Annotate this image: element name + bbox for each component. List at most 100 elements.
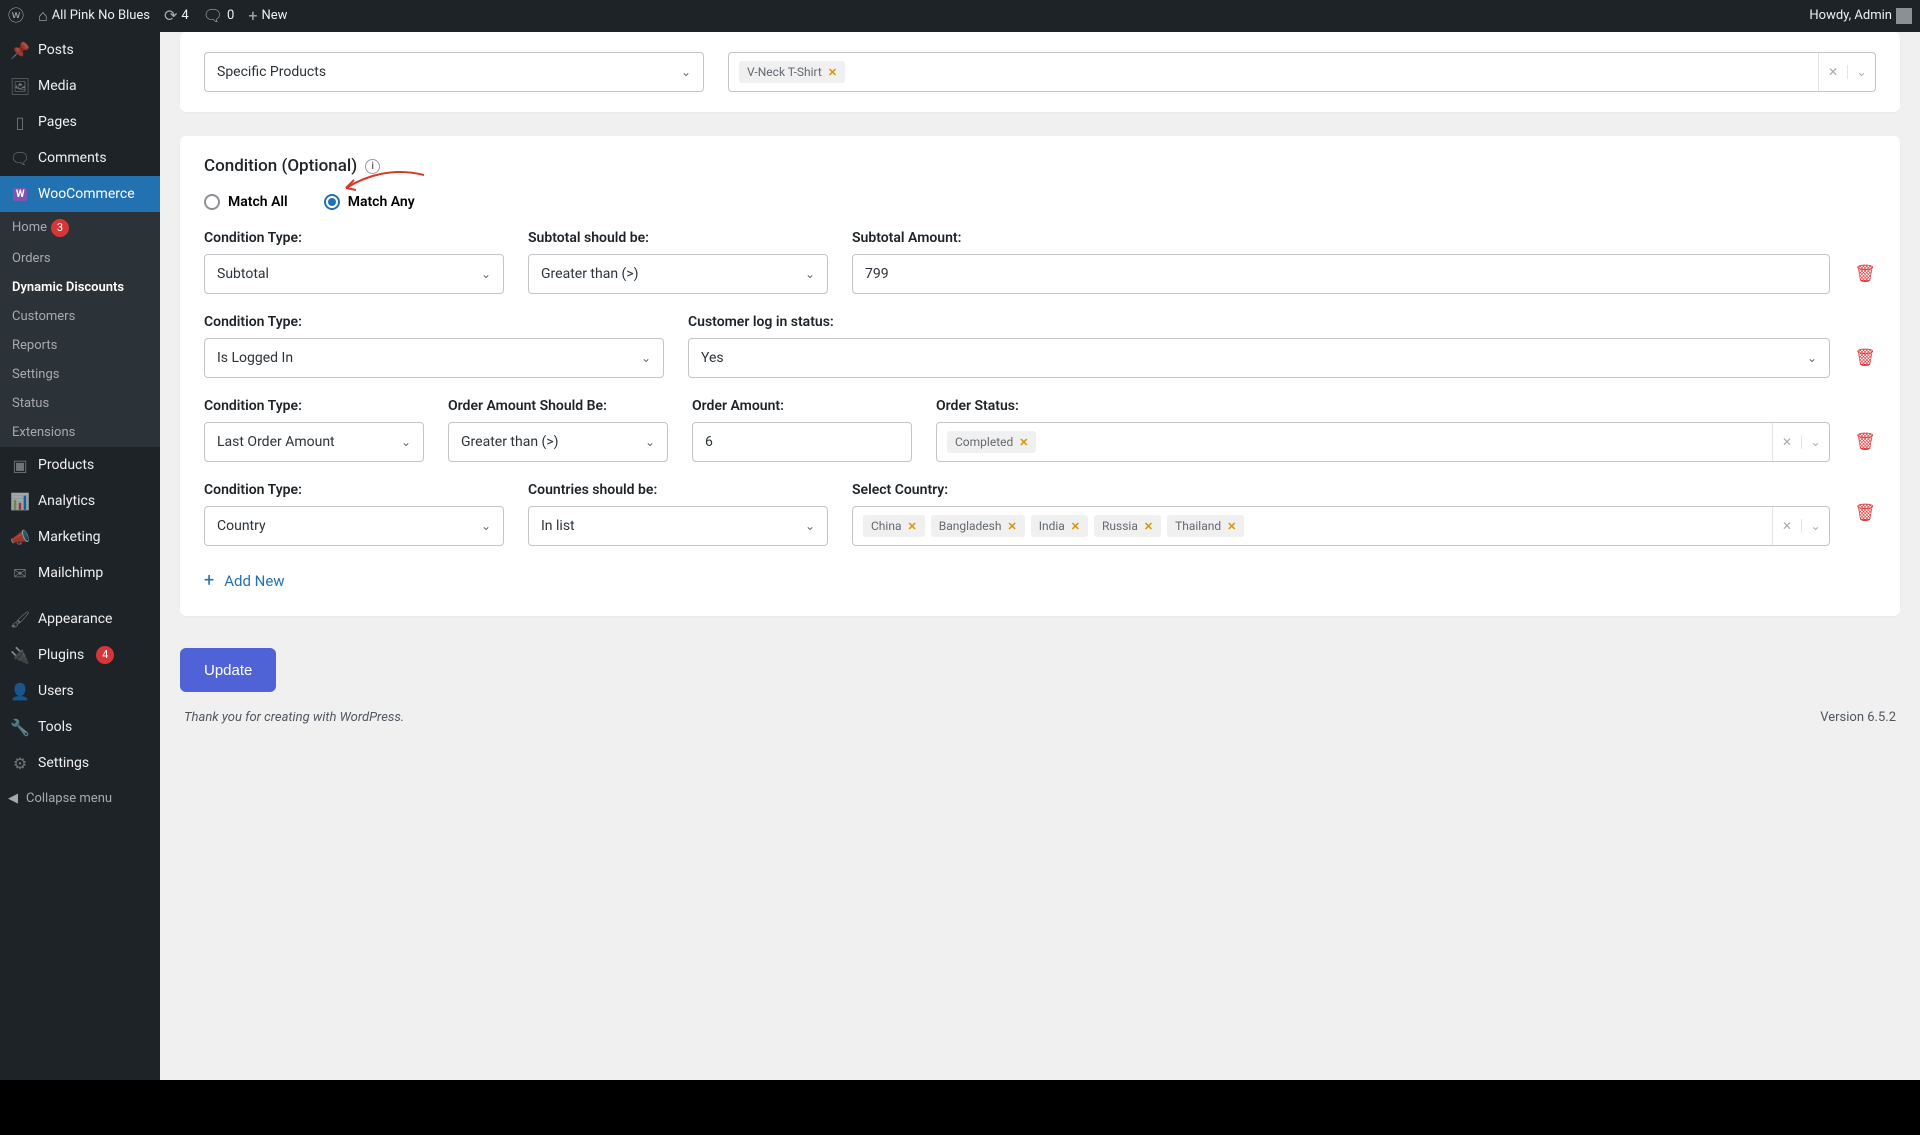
comments-link[interactable]: 🗨0	[203, 0, 235, 32]
submenu-reports[interactable]: Reports	[0, 331, 160, 360]
subtotal-operator-select[interactable]: Greater than (>)⌄	[528, 254, 828, 294]
sidebar-item-settings[interactable]: ⚙Settings	[0, 745, 160, 781]
clear-all-icon[interactable]: ✕	[1773, 435, 1801, 449]
radio-match-any[interactable]: Match Any	[324, 194, 415, 210]
select-value: Country	[217, 518, 266, 534]
remove-tag-icon[interactable]: ✕	[828, 66, 837, 79]
remove-tag-icon[interactable]: ✕	[1007, 520, 1016, 533]
select-value: Greater than (>)	[541, 266, 639, 282]
remove-tag-icon[interactable]: ✕	[1071, 520, 1080, 533]
submenu-extensions[interactable]: Extensions	[0, 418, 160, 447]
condition-row: Condition Type: Country⌄ Countries shoul…	[204, 482, 1876, 546]
wrench-icon: 🔧	[10, 717, 30, 737]
sidebar-item-woocommerce[interactable]: WWooCommerce	[0, 176, 160, 212]
radio-match-all[interactable]: Match All	[204, 194, 288, 210]
country-operator-select[interactable]: In list⌄	[528, 506, 828, 546]
site-name: All Pink No Blues	[52, 0, 150, 32]
tag-label: Russia	[1102, 519, 1138, 533]
sidebar-item-label: Home	[12, 220, 47, 235]
login-status-select[interactable]: Yes⌄	[688, 338, 1830, 378]
country-tag: Thailand✕	[1167, 515, 1244, 537]
chevron-down-icon: ⌄	[401, 435, 411, 449]
order-status-tag-select[interactable]: Completed✕ ✕ ⌄	[936, 422, 1830, 462]
sidebar-item-label: Plugins	[38, 647, 84, 663]
country-tag-select[interactable]: China✕ Bangladesh✕ India✕ Russia✕ Thaila…	[852, 506, 1830, 546]
sidebar-item-appearance[interactable]: 🖌Appearance	[0, 601, 160, 637]
select-value: Is Logged In	[217, 350, 293, 366]
collapse-menu[interactable]: ◀Collapse menu	[0, 781, 160, 816]
sidebar-item-media[interactable]: 🖼Media	[0, 68, 160, 104]
condition-type-select[interactable]: Subtotal⌄	[204, 254, 504, 294]
sidebar-item-tools[interactable]: 🔧Tools	[0, 709, 160, 745]
chevron-down-icon: ⌄	[805, 519, 815, 533]
sidebar-item-posts[interactable]: 📌Posts	[0, 32, 160, 68]
remove-tag-icon[interactable]: ✕	[1019, 436, 1028, 449]
select-value: Greater than (>)	[461, 434, 559, 450]
submenu-settings[interactable]: Settings	[0, 360, 160, 389]
site-name-link[interactable]: ⌂All Pink No Blues	[38, 0, 150, 32]
sidebar-item-users[interactable]: 👤Users	[0, 673, 160, 709]
clear-all-icon[interactable]: ✕	[1773, 519, 1801, 533]
submenu-dynamic-discounts[interactable]: Dynamic Discounts	[0, 273, 160, 302]
sidebar-item-label: Appearance	[38, 611, 112, 627]
comment-icon: 🗨	[203, 0, 223, 32]
order-amount-operator-select[interactable]: Greater than (>) ⌄	[448, 422, 668, 462]
updates-icon: ⟳	[164, 0, 177, 32]
chevron-down-icon: ⌄	[645, 435, 655, 449]
tag-label: V-Neck T-Shirt	[747, 65, 822, 79]
new-content-link[interactable]: +New	[248, 0, 287, 32]
sidebar-item-pages[interactable]: ▯Pages	[0, 104, 160, 140]
comments-count: 0	[227, 0, 234, 32]
chevron-down-icon[interactable]: ⌄	[1801, 519, 1829, 533]
delete-condition-icon[interactable]: 🗑	[1854, 263, 1876, 285]
product-tag-select[interactable]: V-Neck T-Shirt ✕ ✕ ⌄	[728, 52, 1876, 92]
submenu-status[interactable]: Status	[0, 389, 160, 418]
chevron-down-icon[interactable]: ⌄	[1801, 435, 1829, 449]
megaphone-icon: 📣	[10, 527, 30, 547]
submenu-home[interactable]: Home3	[0, 212, 160, 244]
sidebar-item-plugins[interactable]: 🔌Plugins4	[0, 637, 160, 673]
chevron-down-icon[interactable]: ⌄	[1847, 65, 1875, 79]
product-scope-select[interactable]: Specific Products ⌄	[204, 52, 704, 92]
plus-icon: +	[248, 0, 257, 32]
admin-bar: ⓦ ⌂All Pink No Blues ⟳4 🗨0 +New Howdy, A…	[0, 0, 1920, 32]
updates-link[interactable]: ⟳4	[164, 0, 189, 32]
sidebar-item-analytics[interactable]: 📊Analytics	[0, 483, 160, 519]
submenu-customers[interactable]: Customers	[0, 302, 160, 331]
condition-type-select[interactable]: Is Logged In⌄	[204, 338, 664, 378]
delete-condition-icon[interactable]: 🗑	[1854, 502, 1876, 524]
clear-all-icon[interactable]: ✕	[1819, 65, 1847, 79]
remove-tag-icon[interactable]: ✕	[1144, 520, 1153, 533]
submenu-orders[interactable]: Orders	[0, 244, 160, 273]
field-label: Subtotal should be:	[528, 230, 828, 246]
select-value: Last Order Amount	[217, 434, 335, 450]
sidebar-item-products[interactable]: ▣Products	[0, 447, 160, 483]
remove-tag-icon[interactable]: ✕	[1227, 520, 1236, 533]
subtotal-amount-input[interactable]: 799	[852, 254, 1830, 294]
woo-icon: W	[10, 184, 30, 204]
updates-count: 4	[181, 0, 188, 32]
sidebar-item-marketing[interactable]: 📣Marketing	[0, 519, 160, 555]
collapse-icon: ◀	[8, 791, 18, 806]
wp-logo[interactable]: ⓦ	[8, 0, 24, 32]
condition-type-select[interactable]: Last Order Amount ⌄	[204, 422, 424, 462]
account-link[interactable]: Howdy, Admin	[1809, 0, 1912, 32]
condition-row: Condition Type: Subtotal⌄ Subtotal shoul…	[204, 230, 1876, 294]
delete-condition-icon[interactable]: 🗑	[1854, 347, 1876, 369]
order-amount-input[interactable]: 6	[692, 422, 912, 462]
home-icon: ⌂	[38, 0, 48, 32]
sidebar-item-mailchimp[interactable]: ✉Mailchimp	[0, 555, 160, 591]
sidebar-item-comments[interactable]: 🗨Comments	[0, 140, 160, 176]
update-button[interactable]: Update	[180, 648, 276, 692]
page-icon: ▯	[10, 112, 30, 132]
count-badge: 4	[96, 646, 114, 664]
status-tag: Completed✕	[947, 431, 1036, 453]
delete-condition-icon[interactable]: 🗑	[1854, 431, 1876, 453]
sidebar-item-label: Comments	[38, 150, 107, 166]
analytics-icon: 📊	[10, 491, 30, 511]
add-condition-button[interactable]: + Add New	[204, 566, 285, 596]
radio-label: Match All	[228, 194, 288, 210]
media-icon: 🖼	[10, 76, 30, 96]
condition-type-select[interactable]: Country⌄	[204, 506, 504, 546]
remove-tag-icon[interactable]: ✕	[908, 520, 917, 533]
